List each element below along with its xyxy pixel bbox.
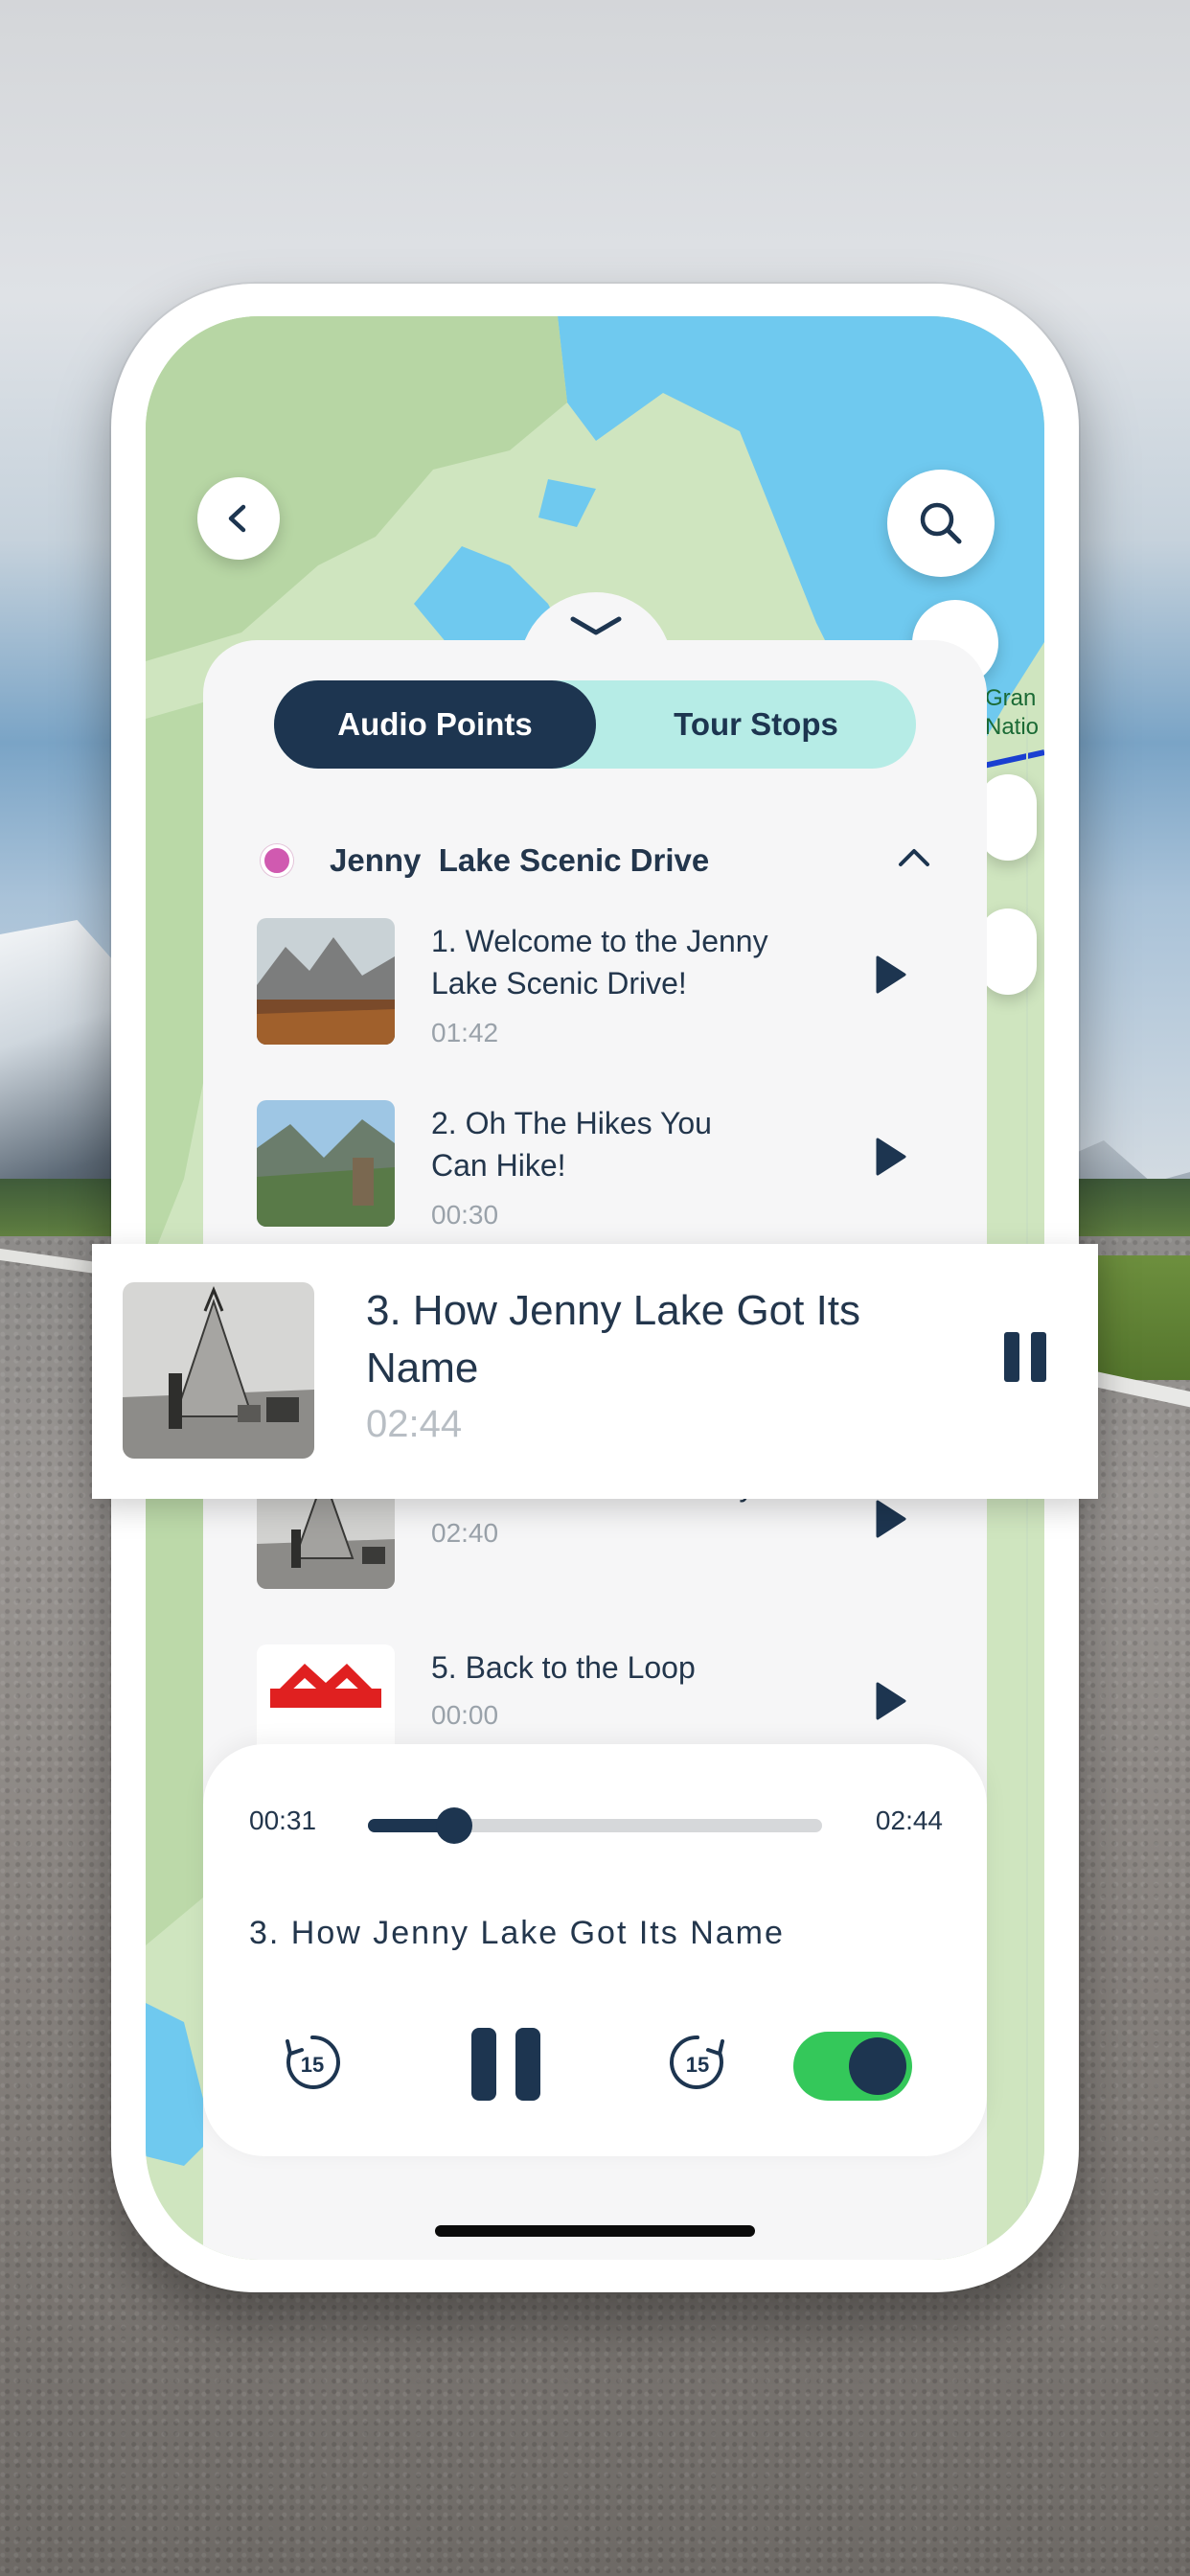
forward-15-button[interactable]: 15	[665, 2030, 730, 2100]
tab-audio-points[interactable]: Audio Points	[274, 680, 596, 769]
play-pause-button[interactable]	[468, 2024, 544, 2109]
search-icon	[920, 502, 962, 544]
chevron-left-icon	[228, 504, 246, 533]
featured-duration: 02:44	[366, 1403, 463, 1445]
item-duration: 02:40	[431, 1518, 499, 1548]
featured-title: 3. How Jenny Lake Got Its Name	[366, 1287, 861, 1392]
item-thumbnail	[257, 1100, 395, 1227]
play-icon[interactable]	[874, 1137, 908, 1177]
group-header[interactable]: Jenny Lake Scenic Drive	[261, 832, 931, 889]
forward-15-icon: 15	[669, 2035, 724, 2089]
list-item[interactable]: 1. Welcome to the Jenny Lake Scenic Driv…	[203, 918, 987, 1062]
chevron-down-icon	[570, 616, 622, 635]
autoplay-toggle[interactable]	[793, 2032, 912, 2101]
play-icon[interactable]	[874, 1499, 908, 1539]
now-playing-card[interactable]: 3. How Jenny Lake Got Its Name 02:44	[92, 1244, 1098, 1499]
chevron-up-icon[interactable]	[897, 845, 931, 868]
home-indicator	[435, 2225, 755, 2237]
rewind-label: 15	[301, 2053, 324, 2077]
group-color-dot	[261, 844, 293, 877]
progress-knob[interactable]	[436, 1807, 473, 1844]
progress-slider[interactable]	[368, 1807, 822, 1844]
item-title: 2. Oh The Hikes You Can Hike!	[431, 1106, 712, 1183]
segmented-control: Audio Points Tour Stops	[274, 680, 916, 769]
list-item[interactable]: 2. Oh The Hikes You Can Hike! 00:30	[203, 1100, 987, 1244]
item-duration: 00:00	[431, 1700, 499, 1730]
now-playing-title: 3. How Jenny Lake Got Its Name	[249, 1915, 785, 1951]
map-control-button[interactable]	[979, 774, 1037, 861]
rewind-15-button[interactable]: 15	[280, 2030, 345, 2100]
total-duration: 02:44	[875, 1806, 943, 1835]
play-icon[interactable]	[874, 954, 908, 995]
map-control-button[interactable]	[979, 908, 1037, 995]
featured-thumbnail	[123, 1282, 314, 1459]
back-button[interactable]	[197, 477, 280, 560]
search-button[interactable]	[887, 470, 995, 577]
pause-icon	[471, 2028, 540, 2101]
pause-icon[interactable]	[1002, 1330, 1048, 1384]
audio-player: 00:31 02:44 3. How Jenny Lake Got Its Na…	[203, 1744, 987, 2156]
play-icon[interactable]	[874, 1681, 908, 1721]
item-duration: 00:30	[431, 1200, 499, 1230]
elapsed-time: 00:31	[249, 1806, 317, 1835]
map-label: Gran Natio	[985, 685, 1040, 740]
rewind-15-icon: 15	[286, 2035, 341, 2089]
group-title: Jenny Lake Scenic Drive	[330, 842, 710, 878]
item-thumbnail	[257, 918, 395, 1045]
toggle-knob	[849, 2037, 906, 2095]
background-grass	[1083, 1255, 1190, 1380]
item-duration: 01:42	[431, 1018, 499, 1047]
forward-label: 15	[686, 2053, 709, 2077]
tab-tour-stops[interactable]: Tour Stops	[596, 680, 916, 769]
item-title: 1. Welcome to the Jenny Lake Scenic Driv…	[431, 924, 768, 1000]
item-title: 5. Back to the Loop	[431, 1650, 696, 1685]
